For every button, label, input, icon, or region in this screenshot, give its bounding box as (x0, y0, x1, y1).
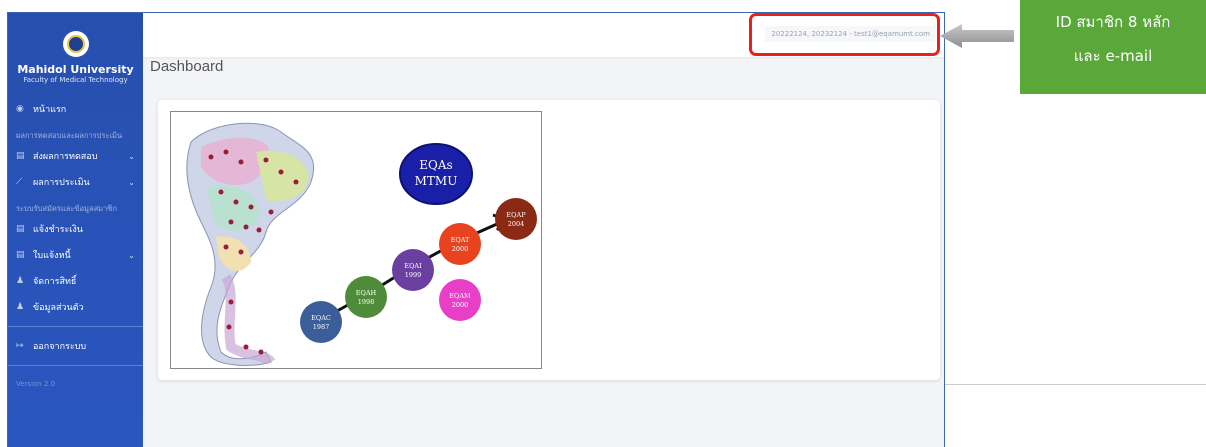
version-label: Version 2.0 (16, 380, 56, 388)
file-icon: ▤ (16, 224, 25, 234)
sidebar-divider (8, 365, 143, 366)
file-icon: ▤ (16, 151, 25, 161)
users-icon: ♟ (16, 276, 25, 286)
svg-text:1998: 1998 (358, 298, 375, 306)
sidebar-item-label: หน้าแรก (33, 105, 67, 115)
user-icon: ♟ (16, 302, 25, 312)
sidebar-item-label: ใบแจ้งหนี้ (33, 251, 71, 261)
sign-out-icon: ↦ (16, 341, 24, 351)
sidebar-section-membership: ระบบรับสมัครและข้อมูลสมาชิก (16, 204, 117, 213)
svg-text:EQAH: EQAH (356, 289, 377, 297)
sidebar-item-label: ส่งผลการทดสอบ (33, 152, 98, 162)
svg-text:2000: 2000 (452, 301, 469, 309)
eqa-node-eqai: EQAI 1999 (392, 249, 434, 291)
svg-text:1999: 1999 (405, 271, 422, 279)
faculty-name: Faculty of Medical Technology (23, 76, 128, 84)
sidebar-nav: ◉ หน้าแรก ผลการทดสอบและผลการประเมิน ▤ ส่… (8, 96, 143, 396)
sidebar-divider (8, 326, 143, 327)
sidebar: Mahidol University Faculty of Medical Te… (8, 13, 143, 447)
eqas-title-line1: EQAs (419, 158, 452, 172)
eqa-node-eqat: EQAT 2000 (439, 223, 481, 265)
sidebar-item-payment[interactable]: ▤ แจ้งชำระเงิน (8, 216, 143, 242)
annotation-callout: ID สมาชิก 8 หลัก และ e-mail (1020, 0, 1206, 94)
file-icon: ▤ (16, 250, 25, 260)
eqa-node-eqam: EQAM 2000 (439, 279, 481, 321)
svg-text:2000: 2000 (452, 245, 469, 253)
divider-line (945, 384, 1206, 385)
eqas-title-line2: MTMU (415, 174, 458, 188)
sidebar-item-submit-results[interactable]: ▤ ส่งผลการทดสอบ ⌄ (8, 143, 143, 169)
page-title: Dashboard (150, 58, 224, 75)
eqa-map-graphic: EQAs MTMU EQAC 1987 EQAH 1998 EQAI 1999 (186, 122, 537, 366)
sidebar-item-home[interactable]: ◉ หน้าแรก (8, 96, 143, 122)
university-name: Mahidol University (17, 63, 134, 76)
eqa-node-eqap: EQAP 2004 (495, 198, 537, 240)
svg-text:EQAP: EQAP (506, 211, 526, 219)
eqa-map-image: EQAs MTMU EQAC 1987 EQAH 1998 EQAI 1999 (170, 111, 542, 369)
chevron-down-icon: ⌄ (128, 177, 135, 187)
highlight-box (749, 13, 940, 56)
sidebar-item-label: แจ้งชำระเงิน (33, 225, 83, 235)
chart-line-icon: ⟋ (16, 177, 23, 187)
eqa-node-eqac: EQAC 1987 (300, 301, 342, 343)
sidebar-section-results: ผลการทดสอบและผลการประเมิน (16, 131, 123, 140)
university-logo (62, 31, 89, 57)
svg-text:EQAM: EQAM (449, 292, 471, 300)
svg-text:EQAT: EQAT (451, 236, 470, 244)
svg-text:EQAI: EQAI (404, 262, 422, 270)
chevron-down-icon: ⌄ (128, 151, 135, 161)
eqa-node-eqah: EQAH 1998 (345, 276, 387, 318)
sidebar-item-evaluation[interactable]: ⟋ ผลการประเมิน ⌄ (8, 169, 143, 195)
sidebar-item-invoice[interactable]: ▤ ใบแจ้งหนี้ ⌄ (8, 242, 143, 268)
sidebar-item-label: จัดการสิทธิ์ (33, 277, 77, 287)
callout-line2: และ e-mail (1073, 47, 1153, 65)
svg-text:1987: 1987 (313, 323, 330, 331)
arrow-left-icon (940, 24, 1014, 48)
dashboard-icon: ◉ (16, 104, 24, 114)
sidebar-item-logout[interactable]: ↦ ออกจากระบบ (8, 333, 143, 359)
svg-text:EQAC: EQAC (311, 314, 331, 322)
svg-text:2004: 2004 (508, 220, 525, 228)
sidebar-item-profile[interactable]: ♟ ข้อมูลส่วนตัว (8, 294, 143, 320)
sidebar-item-label: ข้อมูลส่วนตัว (33, 303, 84, 313)
sidebar-item-label: ออกจากระบบ (33, 342, 87, 352)
callout-line1: ID สมาชิก 8 หลัก (1055, 13, 1171, 31)
dashboard-card: EQAs MTMU EQAC 1987 EQAH 1998 EQAI 1999 (158, 100, 940, 380)
sidebar-item-rights[interactable]: ♟ จัดการสิทธิ์ (8, 268, 143, 294)
sidebar-item-label: ผลการประเมิน (33, 178, 90, 188)
chevron-down-icon: ⌄ (128, 250, 135, 260)
sidebar-brand[interactable]: Mahidol University Faculty of Medical Te… (8, 13, 143, 84)
